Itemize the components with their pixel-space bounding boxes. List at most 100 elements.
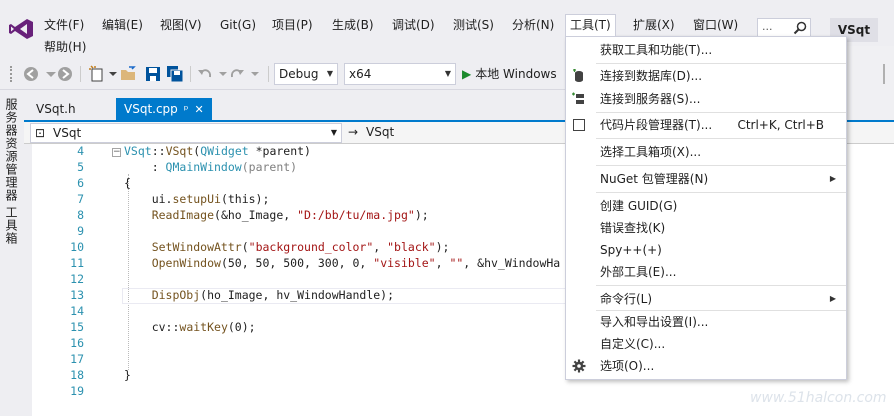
back-icon[interactable]	[22, 65, 40, 83]
code-line: ReadImage(&ho_Image, "D:/bb/tu/ma.jpg");	[124, 208, 429, 222]
menu-separator	[596, 138, 846, 139]
menu-item-options[interactable]: 选项(O)...	[566, 355, 846, 377]
shortcut-text: Ctrl+K, Ctrl+B	[737, 118, 824, 132]
menu-separator	[596, 112, 846, 113]
menu-item-external-tools[interactable]: 外部工具(E)...	[566, 261, 846, 283]
line-number: 8	[77, 208, 84, 222]
redo-dropdown-icon[interactable]	[246, 65, 264, 83]
menu-item-create-guid[interactable]: 创建 GUID(G)	[566, 195, 846, 217]
chevron-down-icon: ▼	[326, 69, 333, 78]
chevron-down-icon: ▼	[330, 128, 337, 137]
server-explorer-tab[interactable]: 服务器资源管理器	[3, 98, 20, 202]
menu-item-nuget[interactable]: NuGet 包管理器(N) ▶	[566, 168, 846, 190]
code-line: cv::waitKey(0);	[124, 320, 256, 334]
code-line: : QMainWindow(parent)	[124, 160, 298, 174]
play-icon: ▶	[462, 67, 472, 81]
redo-icon[interactable]	[228, 65, 246, 83]
start-debugging-button[interactable]: ▶ 本地 Windows	[462, 63, 557, 85]
checkbox-icon	[573, 119, 585, 131]
toolbar-separator	[80, 66, 81, 82]
menu-separator	[596, 63, 846, 64]
close-icon[interactable]: ✕	[195, 103, 204, 116]
line-number: 10	[70, 240, 84, 254]
menu-item-connect-server[interactable]: 连接到服务器(S)...	[566, 88, 846, 110]
pin-icon[interactable]: ᵖ	[184, 103, 189, 116]
project-scope-value: VSqt	[53, 126, 82, 140]
tools-dropdown-menu: 获取工具和功能(T)... 连接到数据库(D)... 连接到服务器(S)... …	[565, 36, 847, 380]
toolbox-tab[interactable]: 工具箱	[3, 206, 20, 245]
menu-separator	[596, 285, 846, 286]
menu-item-error-lookup[interactable]: 错误查找(K)	[566, 217, 846, 239]
menu-window[interactable]: 窗口(W)	[689, 14, 742, 36]
submenu-arrow-icon: ▶	[829, 294, 836, 303]
line-number: 13	[70, 288, 84, 302]
menu-edit[interactable]: 编辑(E)	[98, 14, 147, 36]
menu-view[interactable]: 视图(V)	[156, 14, 206, 36]
line-number: 16	[70, 336, 84, 350]
tab-vsqt-h[interactable]: VSqt.h	[28, 98, 84, 120]
menu-separator	[596, 165, 846, 166]
line-number: 18	[70, 368, 84, 382]
type-scope-dropdown[interactable]: → VSqt	[344, 123, 594, 143]
collapse-icon[interactable]: −	[112, 148, 121, 157]
project-scope-dropdown[interactable]: ⊡ VSqt ▼	[30, 123, 342, 143]
menu-item-choose-toolbox-items[interactable]: 选择工具箱项(X)...	[566, 141, 846, 163]
menu-build[interactable]: 生成(B)	[328, 14, 378, 36]
menu-project[interactable]: 项目(P)	[268, 14, 317, 36]
menu-extensions[interactable]: 扩展(X)	[629, 14, 679, 36]
code-line: }	[124, 368, 131, 382]
code-line: OpenWindow(50, 50, 500, 300, 0, "visible…	[124, 256, 561, 270]
forward-icon[interactable]	[56, 65, 74, 83]
undo-icon[interactable]	[196, 65, 214, 83]
menu-item-spy[interactable]: Spy++(+)	[566, 239, 846, 261]
line-number: 11	[70, 256, 84, 270]
visual-studio-logo-icon	[9, 19, 33, 39]
line-number: 7	[77, 192, 84, 206]
server-icon	[572, 92, 584, 104]
solution-configuration-select[interactable]: Debug ▼	[274, 63, 338, 85]
menu-item-customize[interactable]: 自定义(C)...	[566, 333, 846, 355]
search-icon	[793, 21, 807, 35]
menu-item-command-line[interactable]: 命令行(L) ▶	[566, 288, 846, 310]
menu-git[interactable]: Git(G)	[216, 14, 260, 36]
code-line: ui.setupUi(this);	[124, 192, 270, 206]
search-placeholder: ...	[762, 20, 773, 33]
line-number: 19	[70, 384, 84, 398]
save-all-icon[interactable]	[166, 65, 184, 83]
toolbar-grip[interactable]	[10, 66, 14, 82]
open-folder-icon[interactable]	[120, 65, 138, 83]
line-number: 9	[77, 224, 84, 238]
type-scope-value: VSqt	[366, 125, 395, 139]
search-input[interactable]: ...	[757, 18, 811, 38]
toolbar-separator	[268, 66, 269, 82]
toolbar-overflow-icon[interactable]	[875, 58, 894, 90]
code-line: VSqt::VSqt(QWidget *parent)	[124, 144, 311, 158]
line-number: 5	[77, 160, 84, 174]
left-tool-window-strip: 服务器资源管理器 工具箱	[0, 90, 24, 416]
platform-value: x64	[349, 67, 372, 81]
menu-help[interactable]: 帮助(H)	[40, 36, 90, 58]
toolbar-separator	[190, 66, 191, 82]
menu-separator	[596, 192, 846, 193]
menu-item-import-export-settings[interactable]: 导入和导出设置(I)...	[566, 311, 846, 333]
code-line: {	[124, 176, 131, 190]
save-icon[interactable]	[144, 65, 162, 83]
line-number: 17	[70, 352, 84, 366]
menu-item-get-tools[interactable]: 获取工具和功能(T)...	[566, 39, 846, 61]
chevron-down-icon: ▼	[444, 69, 451, 78]
menu-file[interactable]: 文件(F)	[40, 14, 88, 36]
menu-tools[interactable]: 工具(T)	[565, 14, 616, 36]
tab-vsqt-cpp-label: VSqt.cpp	[124, 102, 178, 116]
menu-test[interactable]: 测试(S)	[449, 14, 498, 36]
line-number: 15	[70, 320, 84, 334]
tab-vsqt-cpp[interactable]: VSqt.cpp ᵖ ✕	[116, 98, 212, 120]
menu-analyze[interactable]: 分析(N)	[508, 14, 558, 36]
code-line: DispObj(ho_Image, hv_WindowHandle);	[124, 288, 395, 302]
menu-item-connect-database[interactable]: 连接到数据库(D)...	[566, 65, 846, 87]
run-target-label: 本地 Windows	[475, 67, 557, 81]
menu-item-code-snippets-manager[interactable]: 代码片段管理器(T)... Ctrl+K, Ctrl+B	[566, 114, 846, 136]
submenu-arrow-icon: ▶	[829, 174, 836, 183]
solution-platform-select[interactable]: x64 ▼	[344, 63, 456, 85]
menu-debug[interactable]: 调试(D)	[388, 14, 439, 36]
line-number: 12	[70, 272, 84, 286]
